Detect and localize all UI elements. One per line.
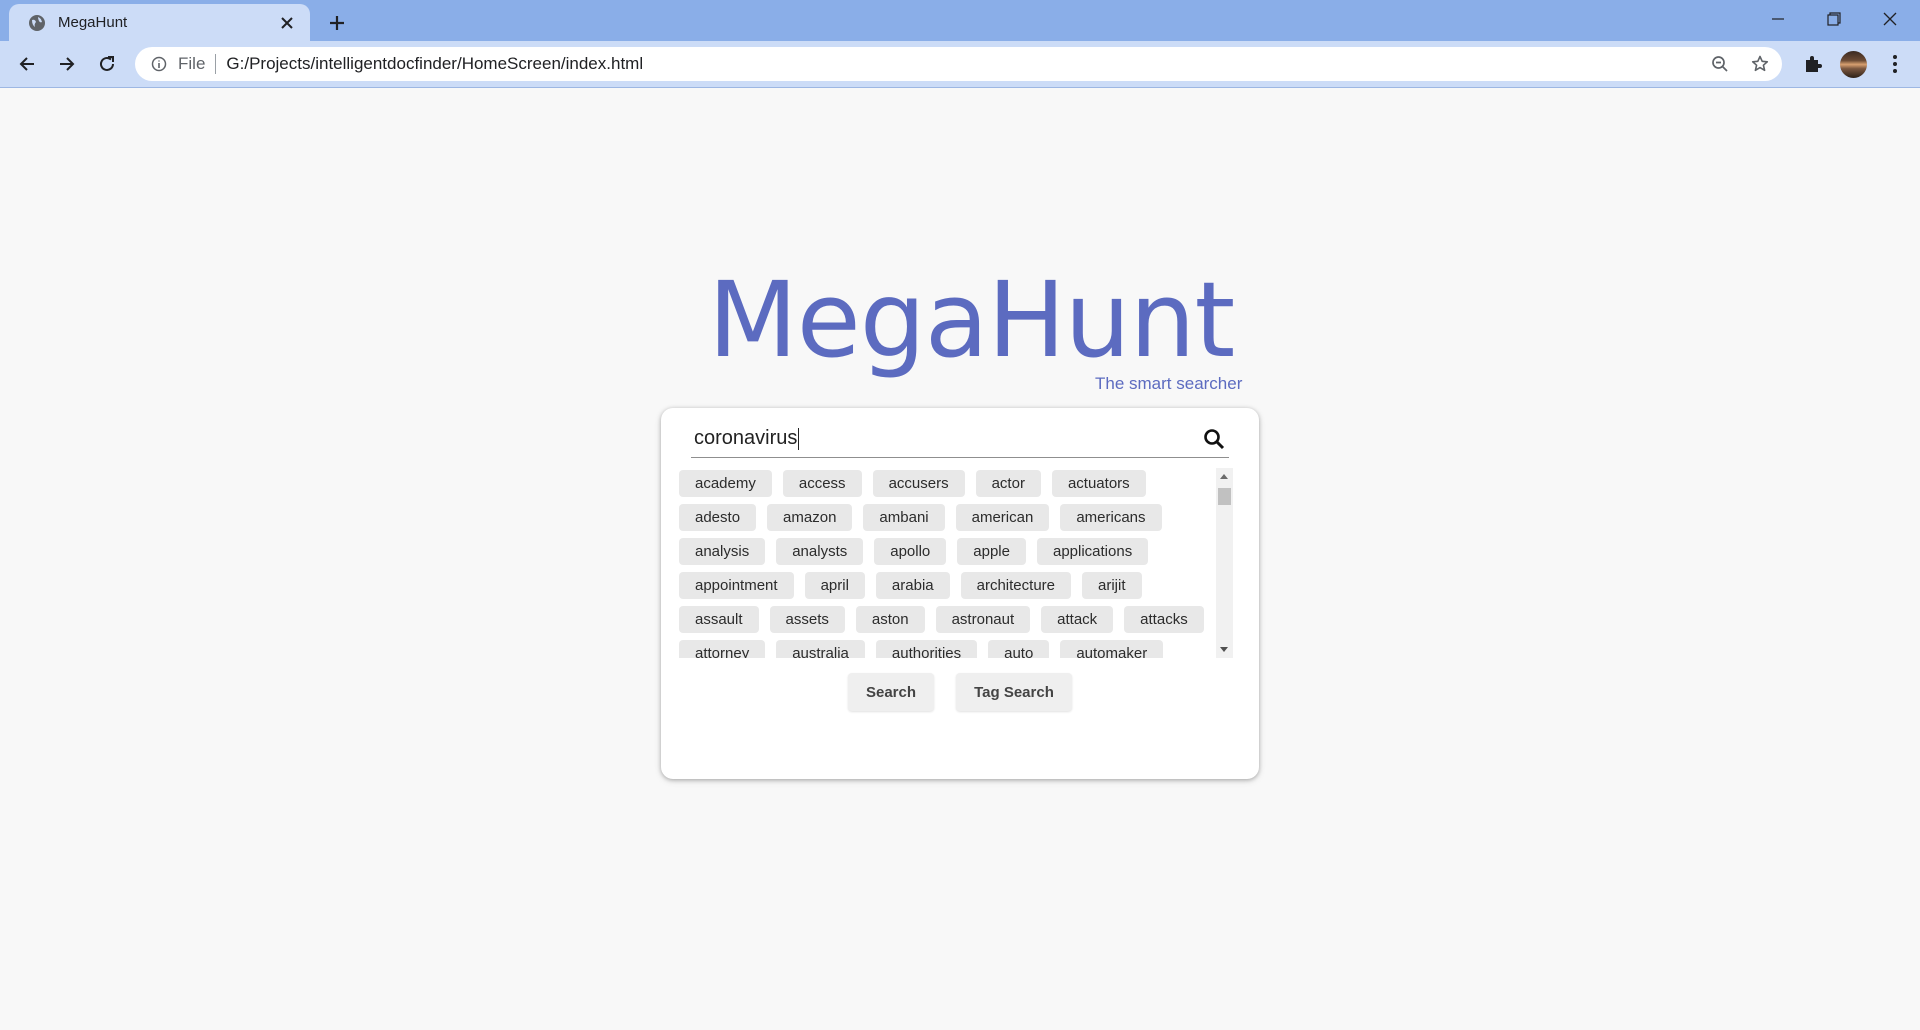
close-window-icon[interactable]	[1862, 0, 1918, 38]
tag-chip[interactable]: analysts	[776, 538, 864, 565]
tag-chip[interactable]: analysis	[679, 538, 766, 565]
tag-row: attorney australia authorities auto automake…	[679, 640, 1219, 658]
new-tab-icon[interactable]	[322, 8, 352, 38]
search-field[interactable]: coronavirus	[691, 420, 1229, 458]
zoom-out-icon[interactable]	[1706, 50, 1734, 78]
scroll-up-arrow-icon[interactable]	[1220, 474, 1228, 479]
minimize-icon[interactable]	[1750, 0, 1806, 38]
tag-chip[interactable]: assault	[679, 606, 759, 633]
tag-chip[interactable]: astronaut	[935, 606, 1031, 633]
search-input[interactable]: coronavirus	[691, 427, 1199, 450]
search-icon[interactable]	[1199, 424, 1229, 454]
info-icon[interactable]	[149, 54, 169, 74]
tag-chip[interactable]: academy	[679, 470, 772, 497]
tag-chip[interactable]: architecture	[960, 572, 1071, 599]
tag-chip[interactable]: adesto	[679, 504, 757, 531]
search-card: coronavirus academy access accusers actor ac…	[661, 408, 1259, 779]
profile-avatar[interactable]	[1840, 51, 1867, 78]
tag-list-container[interactable]: academy access accusers actor actuators adest…	[679, 468, 1233, 658]
tag-chip[interactable]: australia	[776, 640, 865, 658]
tag-chip[interactable]: auto	[988, 640, 1050, 658]
search-button[interactable]: Search	[848, 673, 934, 711]
forward-arrow-icon[interactable]	[51, 48, 83, 80]
back-arrow-icon[interactable]	[11, 48, 43, 80]
browser-toolbar: File G:/Projects/intelligentdocfinder/Ho…	[0, 41, 1920, 88]
restore-icon[interactable]	[1806, 0, 1862, 38]
browser-tab[interactable]: MegaHunt	[9, 4, 310, 41]
tag-chip[interactable]: apollo	[874, 538, 947, 565]
tag-chip[interactable]: american	[955, 504, 1050, 531]
tag-chip[interactable]: actor	[975, 470, 1041, 497]
url-divider	[215, 54, 217, 74]
globe-icon	[27, 13, 47, 33]
tag-chip[interactable]: accusers	[872, 470, 965, 497]
text-caret	[798, 427, 800, 450]
site-logo: MegaHunt	[708, 259, 1235, 381]
tagline: The smart searcher	[1095, 374, 1243, 393]
tag-row: analysis analysts apollo apple applications	[679, 538, 1219, 572]
scroll-down-arrow-icon[interactable]	[1220, 647, 1228, 652]
scrollbar-thumb[interactable]	[1218, 488, 1231, 505]
tag-chip[interactable]: americans	[1060, 504, 1162, 531]
tag-list-scrollbar[interactable]	[1216, 468, 1233, 658]
bookmark-star-icon[interactable]	[1746, 50, 1774, 78]
tag-chip[interactable]: arabia	[875, 572, 950, 599]
tag-list: academy access accusers actor actuators adest…	[679, 468, 1219, 658]
tag-chip[interactable]: automaker	[1060, 640, 1164, 658]
extensions-puzzle-icon[interactable]	[1797, 48, 1829, 80]
tag-row: assault assets aston astronaut attack attacks	[679, 606, 1219, 640]
tag-chip[interactable]: actuators	[1051, 470, 1146, 497]
url-scheme-label: File	[178, 54, 206, 73]
tag-chip[interactable]: apple	[957, 538, 1026, 565]
tag-chip[interactable]: access	[782, 470, 862, 497]
tag-chip[interactable]: april	[804, 572, 865, 599]
tag-search-button[interactable]: Tag Search	[956, 673, 1072, 711]
tag-chip[interactable]: aston	[855, 606, 925, 633]
tag-chip[interactable]: amazon	[767, 504, 853, 531]
tag-chip[interactable]: arijit	[1082, 572, 1142, 599]
search-query-text: coronavirus	[694, 427, 798, 449]
tag-row: adesto amazon ambani american americans	[679, 504, 1219, 538]
close-tab-icon[interactable]	[274, 10, 300, 36]
tag-chip[interactable]: authorities	[875, 640, 978, 658]
tag-chip[interactable]: attorney	[679, 640, 766, 658]
tab-strip: MegaHunt	[0, 0, 1920, 41]
tab-title: MegaHunt	[58, 14, 128, 31]
tag-row: academy access accusers actor actuators	[679, 470, 1219, 504]
tag-chip[interactable]: ambani	[863, 504, 945, 531]
menu-dots-icon[interactable]	[1879, 48, 1911, 80]
tag-chip[interactable]: applications	[1036, 538, 1149, 565]
address-bar[interactable]: File G:/Projects/intelligentdocfinder/Ho…	[135, 47, 1782, 81]
tag-chip[interactable]: attack	[1041, 606, 1114, 633]
reload-icon[interactable]	[91, 48, 123, 80]
url-text[interactable]: G:/Projects/intelligentdocfinder/HomeScr…	[226, 54, 1706, 74]
tag-row: appointment april arabia architecture arijit	[679, 572, 1219, 606]
tag-chip[interactable]: assets	[769, 606, 845, 633]
tag-chip[interactable]: attacks	[1124, 606, 1204, 633]
tag-chip[interactable]: appointment	[679, 572, 794, 599]
